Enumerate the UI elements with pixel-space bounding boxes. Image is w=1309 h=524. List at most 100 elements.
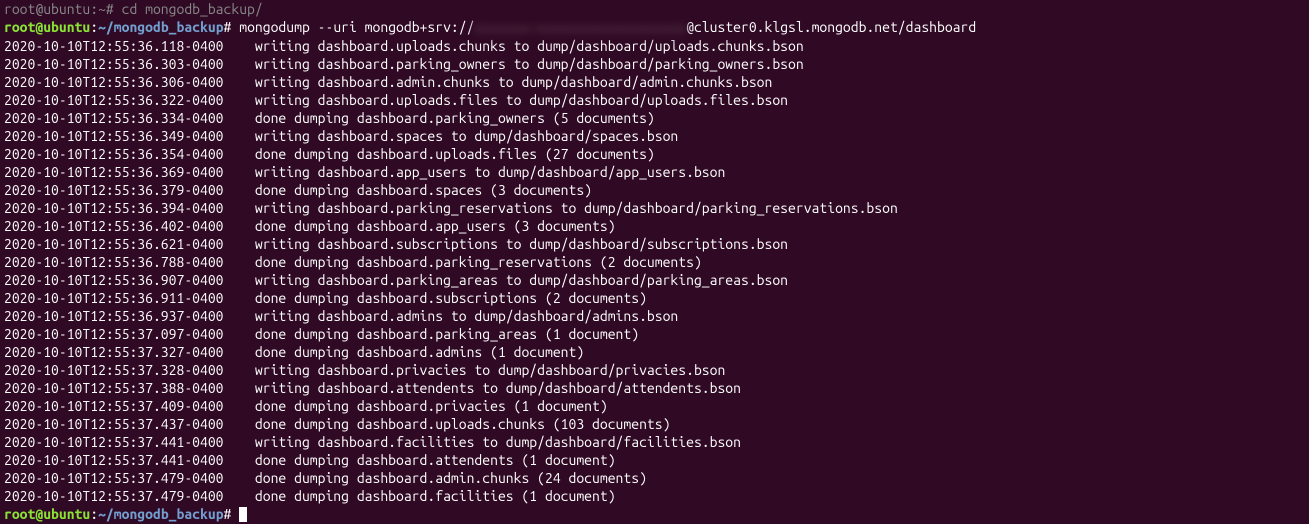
log-pad (224, 56, 255, 72)
log-line: 2020-10-10T12:55:37.409-0400 done dumpin… (4, 397, 1305, 415)
log-line: 2020-10-10T12:55:36.907-0400 writing das… (4, 271, 1305, 289)
log-timestamp: 2020-10-10T12:55:36.354-0400 (4, 146, 224, 162)
log-pad (224, 326, 255, 342)
log-line: 2020-10-10T12:55:37.327-0400 done dumpin… (4, 343, 1305, 361)
log-message: writing dashboard.uploads.chunks to dump… (255, 38, 804, 54)
log-pad (224, 146, 255, 162)
log-message: done dumping dashboard.parking_reservati… (255, 254, 702, 270)
log-timestamp: 2020-10-10T12:55:36.621-0400 (4, 236, 224, 252)
log-pad (224, 272, 255, 288)
log-line: 2020-10-10T12:55:36.334-0400 done dumpin… (4, 109, 1305, 127)
terminal-window[interactable]: root@ubuntu:~# cd mongodb_backup/ root@u… (0, 0, 1309, 524)
log-message: done dumping dashboard.admins (1 documen… (255, 344, 584, 360)
log-timestamp: 2020-10-10T12:55:36.349-0400 (4, 128, 224, 144)
log-timestamp: 2020-10-10T12:55:36.937-0400 (4, 308, 224, 324)
log-message: writing dashboard.facilities to dump/das… (255, 434, 741, 450)
log-message: writing dashboard.subscriptions to dump/… (255, 236, 788, 252)
log-timestamp: 2020-10-10T12:55:36.118-0400 (4, 38, 224, 54)
log-line: 2020-10-10T12:55:37.441-0400 done dumpin… (4, 451, 1305, 469)
cursor-icon (239, 507, 247, 522)
command-text-post: @cluster0.klgsl.mongodb.net/dashboard (686, 19, 976, 35)
log-line: 2020-10-10T12:55:36.394-0400 writing das… (4, 199, 1305, 217)
log-message: writing dashboard.attendents to dump/das… (255, 380, 741, 396)
log-pad (224, 470, 255, 486)
log-timestamp: 2020-10-10T12:55:36.402-0400 (4, 218, 224, 234)
log-line: 2020-10-10T12:55:36.118-0400 writing das… (4, 37, 1305, 55)
log-line: 2020-10-10T12:55:36.322-0400 writing das… (4, 91, 1305, 109)
truncated-previous-line: root@ubuntu:~# cd mongodb_backup/ (4, 0, 1305, 18)
log-pad (224, 74, 255, 90)
log-message: writing dashboard.spaces to dump/dashboa… (255, 128, 678, 144)
log-message: writing dashboard.parking_areas to dump/… (255, 272, 788, 288)
log-line: 2020-10-10T12:55:36.402-0400 done dumpin… (4, 217, 1305, 235)
log-timestamp: 2020-10-10T12:55:37.479-0400 (4, 470, 224, 486)
log-message: done dumping dashboard.spaces (3 documen… (255, 182, 592, 198)
log-line: 2020-10-10T12:55:37.441-0400 writing das… (4, 433, 1305, 451)
log-message: done dumping dashboard.uploads.chunks (1… (255, 416, 671, 432)
log-timestamp: 2020-10-10T12:55:37.441-0400 (4, 434, 224, 450)
command-text-pre: mongodump --uri mongodb+srv:// (239, 19, 474, 35)
log-pad (224, 308, 255, 324)
log-pad (224, 362, 255, 378)
log-message: done dumping dashboard.admin.chunks (24 … (255, 470, 647, 486)
log-pad (224, 452, 255, 468)
log-timestamp: 2020-10-10T12:55:36.369-0400 (4, 164, 224, 180)
prompt-path: ~/mongodb_backup (98, 19, 223, 35)
log-timestamp: 2020-10-10T12:55:36.911-0400 (4, 290, 224, 306)
log-message: done dumping dashboard.subscriptions (2 … (255, 290, 647, 306)
log-timestamp: 2020-10-10T12:55:36.322-0400 (4, 92, 224, 108)
prompt-user-host: root@ubuntu (4, 19, 90, 35)
log-timestamp: 2020-10-10T12:55:37.437-0400 (4, 416, 224, 432)
log-pad (224, 38, 255, 54)
prompt-path: ~/mongodb_backup (98, 506, 223, 522)
log-timestamp: 2020-10-10T12:55:37.409-0400 (4, 398, 224, 414)
log-message: writing dashboard.admin.chunks to dump/d… (255, 74, 772, 90)
log-line: 2020-10-10T12:55:37.479-0400 done dumpin… (4, 469, 1305, 487)
log-pad (224, 416, 255, 432)
log-pad (224, 236, 255, 252)
log-line: 2020-10-10T12:55:37.328-0400 writing das… (4, 361, 1305, 379)
log-message: writing dashboard.app_users to dump/dash… (255, 164, 725, 180)
log-line: 2020-10-10T12:55:36.379-0400 done dumpin… (4, 181, 1305, 199)
log-message: done dumping dashboard.facilities (1 doc… (255, 488, 616, 504)
log-pad (224, 488, 255, 504)
log-line: 2020-10-10T12:55:37.479-0400 done dumpin… (4, 487, 1305, 505)
log-message: writing dashboard.parking_reservations t… (255, 200, 898, 216)
redacted-credentials: xxxxxxx:xxxxxxxxxxxxxxxxxxx (474, 19, 686, 37)
log-timestamp: 2020-10-10T12:55:37.327-0400 (4, 344, 224, 360)
log-pad (224, 182, 255, 198)
log-timestamp: 2020-10-10T12:55:36.334-0400 (4, 110, 224, 126)
log-timestamp: 2020-10-10T12:55:36.303-0400 (4, 56, 224, 72)
log-pad (224, 344, 255, 360)
log-pad (224, 398, 255, 414)
prompt-user-host: root@ubuntu (4, 506, 90, 522)
log-timestamp: 2020-10-10T12:55:37.441-0400 (4, 452, 224, 468)
log-timestamp: 2020-10-10T12:55:37.328-0400 (4, 362, 224, 378)
prompt-colon: : (90, 19, 98, 35)
log-message: writing dashboard.admins to dump/dashboa… (255, 308, 678, 324)
prompt-hash: # (224, 19, 240, 35)
command-line-1: root@ubuntu:~/mongodb_backup# mongodump … (4, 18, 1305, 37)
log-timestamp: 2020-10-10T12:55:37.479-0400 (4, 488, 224, 504)
log-timestamp: 2020-10-10T12:55:36.788-0400 (4, 254, 224, 270)
command-line-2[interactable]: root@ubuntu:~/mongodb_backup# (4, 505, 1305, 524)
log-message: writing dashboard.parking_owners to dump… (255, 56, 804, 72)
log-line: 2020-10-10T12:55:37.097-0400 done dumpin… (4, 325, 1305, 343)
log-line: 2020-10-10T12:55:36.303-0400 writing das… (4, 55, 1305, 73)
log-timestamp: 2020-10-10T12:55:37.388-0400 (4, 380, 224, 396)
log-message: done dumping dashboard.parking_owners (5… (255, 110, 655, 126)
log-line: 2020-10-10T12:55:36.354-0400 done dumpin… (4, 145, 1305, 163)
log-timestamp: 2020-10-10T12:55:37.097-0400 (4, 326, 224, 342)
log-message: done dumping dashboard.app_users (3 docu… (255, 218, 616, 234)
log-message: done dumping dashboard.attendents (1 doc… (255, 452, 616, 468)
log-pad (224, 128, 255, 144)
log-timestamp: 2020-10-10T12:55:36.306-0400 (4, 74, 224, 90)
log-line: 2020-10-10T12:55:36.369-0400 writing das… (4, 163, 1305, 181)
log-pad (224, 200, 255, 216)
log-line: 2020-10-10T12:55:36.937-0400 writing das… (4, 307, 1305, 325)
log-pad (224, 380, 255, 396)
log-pad (224, 434, 255, 450)
log-message: done dumping dashboard.parking_areas (1 … (255, 326, 639, 342)
log-line: 2020-10-10T12:55:36.349-0400 writing das… (4, 127, 1305, 145)
log-message: writing dashboard.privacies to dump/dash… (255, 362, 725, 378)
